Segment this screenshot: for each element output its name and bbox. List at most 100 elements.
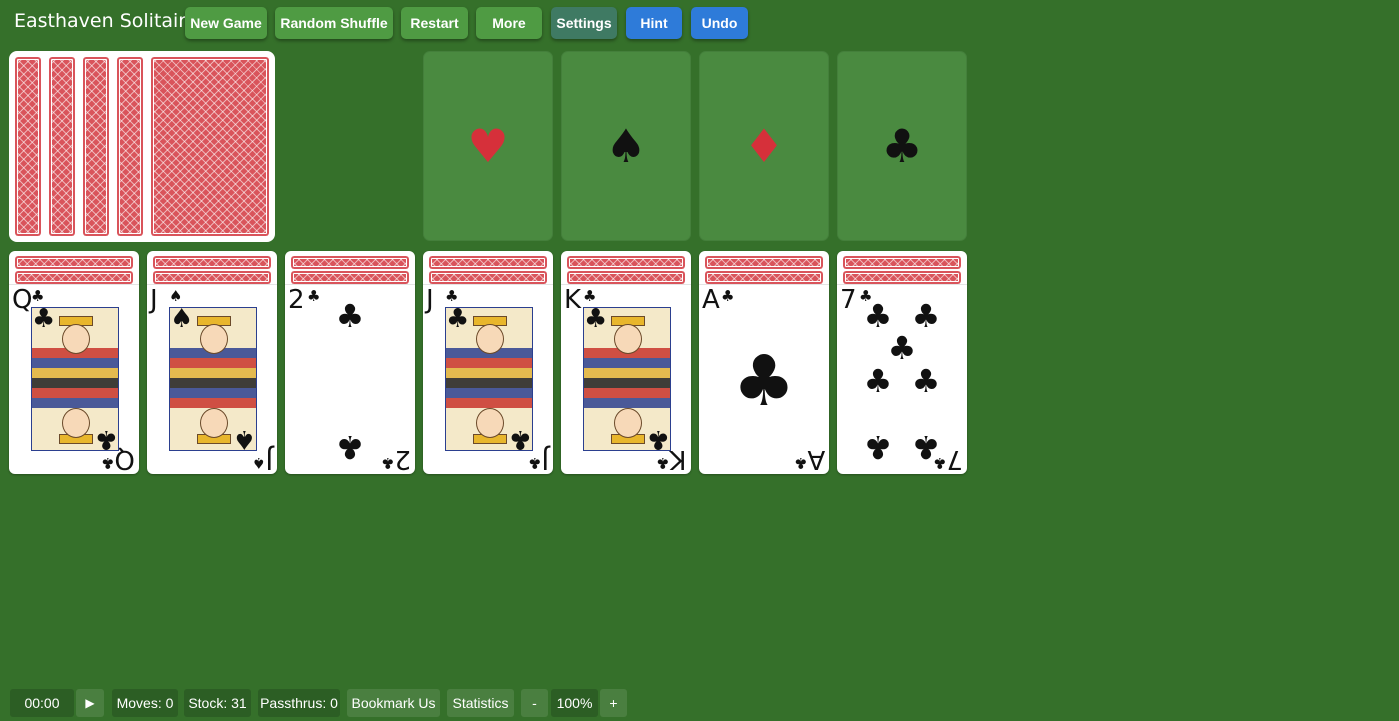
- card-suit-icon: ♠: [169, 287, 183, 305]
- tableau-column[interactable]: J ♣ J ♣ ♣ ♣: [423, 251, 553, 474]
- court-face: [476, 408, 504, 438]
- face-down-card[interactable]: [705, 256, 823, 269]
- stock-card-back[interactable]: [117, 57, 143, 236]
- card-rank: A: [702, 285, 720, 315]
- court-robe-band: [584, 398, 670, 408]
- court-card-illustration: ♠ ♠: [169, 307, 257, 451]
- face-down-card[interactable]: [429, 256, 547, 269]
- random-shuffle-button[interactable]: Random Shuffle: [275, 7, 393, 39]
- court-suit-emblem-icon: ♣: [32, 307, 56, 334]
- face-up-card[interactable]: 7 ♣ 7 ♣ ♣ ♣ ♣ ♣ ♣ ♣ ♣: [837, 284, 967, 474]
- court-face: [62, 324, 90, 354]
- foundation-hearts[interactable]: ♥: [423, 51, 553, 241]
- pip-suit-icon: ♣: [911, 297, 941, 335]
- pip-suit-icon: ♣: [911, 428, 941, 466]
- stock-card-back[interactable]: [83, 57, 109, 236]
- court-face: [200, 408, 228, 438]
- spades-icon: ♠: [605, 119, 647, 173]
- card-suit-icon: ♣: [721, 287, 735, 305]
- court-robe-band: [170, 388, 256, 398]
- card-rank: 7: [840, 285, 857, 315]
- tableau-column[interactable]: 7 ♣ 7 ♣ ♣ ♣ ♣ ♣ ♣ ♣ ♣: [837, 251, 967, 474]
- card-suit-inverted-icon: ♣: [793, 454, 808, 472]
- pip-suit-icon: ♣: [887, 329, 917, 367]
- new-game-button[interactable]: New Game: [185, 7, 267, 39]
- court-robe-band: [32, 378, 118, 388]
- face-down-card[interactable]: [291, 271, 409, 284]
- court-robe-band: [446, 358, 532, 368]
- tableau-column[interactable]: A ♣ A ♣ ♣: [699, 251, 829, 474]
- moves-counter: Moves: 0: [112, 689, 178, 717]
- foundation-diamonds[interactable]: ♦: [699, 51, 829, 241]
- card-suit-inverted-icon: ♠: [251, 454, 266, 472]
- stock-card-back[interactable]: [151, 57, 269, 236]
- card-rank: J: [426, 285, 434, 315]
- more-button[interactable]: More: [476, 7, 542, 39]
- foundation-clubs[interactable]: ♣: [837, 51, 967, 241]
- undo-button[interactable]: Undo: [691, 7, 748, 39]
- court-robe-band: [584, 378, 670, 388]
- court-suit-emblem-icon: ♣: [94, 424, 118, 451]
- face-down-card[interactable]: [843, 256, 961, 269]
- face-down-card[interactable]: [567, 271, 685, 284]
- face-down-card[interactable]: [15, 271, 133, 284]
- court-robe-band: [32, 398, 118, 408]
- zoom-level: 100%: [551, 689, 598, 717]
- face-down-card[interactable]: [429, 271, 547, 284]
- court-suit-emblem-icon: ♠: [170, 307, 194, 334]
- face-down-card[interactable]: [705, 271, 823, 284]
- face-down-card[interactable]: [153, 271, 271, 284]
- court-robe-band: [446, 398, 532, 408]
- foundation-spades[interactable]: ♠: [561, 51, 691, 241]
- tableau-column[interactable]: J ♠ J ♠ ♠ ♠: [147, 251, 277, 474]
- court-robe-band: [170, 368, 256, 378]
- face-up-card[interactable]: J ♣ J ♣ ♣ ♣: [423, 284, 553, 474]
- bookmark-button[interactable]: Bookmark Us: [347, 689, 440, 717]
- card-corner-inverted: A ♣: [793, 444, 825, 474]
- card-rank-inverted: 2: [394, 444, 411, 474]
- card-rank-inverted: J: [541, 444, 549, 474]
- app-title: Easthaven Solitaire: [14, 10, 198, 32]
- card-suit-inverted-icon: ♣: [101, 454, 115, 472]
- play-button[interactable]: ▶: [76, 689, 104, 717]
- face-up-card[interactable]: 2 ♣ 2 ♣ ♣ ♣: [285, 284, 415, 474]
- court-robe-band: [446, 378, 532, 388]
- card-suit-icon: ♣: [31, 287, 45, 305]
- court-card-illustration: ♣ ♣: [445, 307, 533, 451]
- zoom-in-button[interactable]: +: [600, 689, 627, 717]
- settings-button[interactable]: Settings: [551, 7, 617, 39]
- court-card-illustration: ♣ ♣: [31, 307, 119, 451]
- court-robe-band: [170, 378, 256, 388]
- card-rank: K: [564, 285, 582, 315]
- stock-card-back[interactable]: [49, 57, 75, 236]
- pip-suit-icon: ♣: [911, 362, 941, 400]
- tableau-column[interactable]: 2 ♣ 2 ♣ ♣ ♣: [285, 251, 415, 474]
- court-robe-band: [32, 388, 118, 398]
- restart-button[interactable]: Restart: [401, 7, 468, 39]
- face-up-card[interactable]: K ♣ K ♣ ♣ ♣: [561, 284, 691, 474]
- face-down-card[interactable]: [291, 256, 409, 269]
- tableau-column[interactable]: K ♣ K ♣ ♣ ♣: [561, 251, 691, 474]
- court-robe-band: [584, 358, 670, 368]
- zoom-out-button[interactable]: -: [521, 689, 548, 717]
- card-suit-inverted-icon: ♣: [381, 454, 395, 472]
- tableau-column[interactable]: Q ♣ Q ♣ ♣ ♣: [9, 251, 139, 474]
- card-suit-icon: ♣: [583, 287, 597, 305]
- face-down-card[interactable]: [843, 271, 961, 284]
- face-down-card[interactable]: [15, 256, 133, 269]
- face-up-card[interactable]: A ♣ A ♣ ♣: [699, 284, 829, 474]
- pip-suit-icon: ♣: [335, 428, 365, 466]
- court-robe-band: [32, 358, 118, 368]
- stock-card-back[interactable]: [15, 57, 41, 236]
- statistics-button[interactable]: Statistics: [447, 689, 514, 717]
- passthrus-counter: Passthrus: 0: [258, 689, 340, 717]
- pip-suit-icon: ♣: [863, 428, 893, 466]
- stock-pile[interactable]: [9, 51, 275, 242]
- court-face: [614, 408, 642, 438]
- face-up-card[interactable]: J ♠ J ♠ ♠ ♠: [147, 284, 277, 474]
- pip-suit-icon: ♣: [335, 297, 365, 335]
- hint-button[interactable]: Hint: [626, 7, 682, 39]
- face-up-card[interactable]: Q ♣ Q ♣ ♣ ♣: [9, 284, 139, 474]
- face-down-card[interactable]: [153, 256, 271, 269]
- face-down-card[interactable]: [567, 256, 685, 269]
